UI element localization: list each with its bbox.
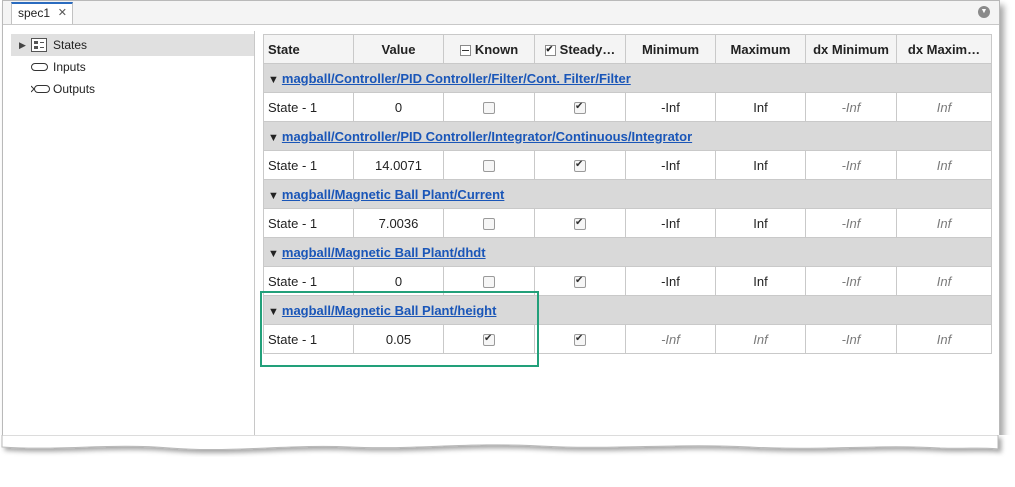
column-header-state[interactable]: State [263, 34, 354, 64]
known-checkbox[interactable] [483, 218, 495, 231]
maximum-cell[interactable]: Inf [715, 150, 806, 180]
steady-cell [534, 266, 626, 296]
steady-all-checkbox[interactable] [544, 44, 556, 56]
column-header-dx-minimum[interactable]: dx Minimum [805, 34, 897, 64]
minimum-cell[interactable]: -Inf [625, 150, 716, 180]
sidebar-item-outputs[interactable]: Outputs [11, 78, 254, 100]
minimum-cell[interactable]: -Inf [625, 266, 716, 296]
minimum-cell[interactable]: -Inf [625, 208, 716, 238]
maximum-cell[interactable]: Inf [715, 208, 806, 238]
known-cell [443, 150, 535, 180]
dx-minimum-cell[interactable]: -Inf [805, 150, 897, 180]
steady-cell [534, 324, 626, 354]
tab-title: spec1 [18, 6, 51, 20]
sidebar-item-label: Outputs [53, 82, 96, 96]
known-checkbox[interactable] [483, 276, 495, 289]
dx-maximum-cell[interactable]: Inf [896, 92, 992, 122]
column-header-known[interactable]: Known [443, 34, 535, 64]
dx-minimum-cell[interactable]: -Inf [805, 324, 897, 354]
value-cell[interactable]: 0 [353, 92, 444, 122]
dx-maximum-cell[interactable]: Inf [896, 324, 992, 354]
sidebar: ▶ States Inputs Outputs [11, 31, 255, 461]
group-row: ▼ magball/Controller/PID Controller/Integ… [263, 121, 992, 151]
group-row: ▼ magball/Magnetic Ball Plant/dhdt [263, 237, 992, 267]
collapse-arrow-icon[interactable]: ▼ [268, 132, 279, 144]
steady-cell [534, 150, 626, 180]
steady-checkbox[interactable] [574, 276, 586, 289]
sidebar-item-label: Inputs [53, 60, 86, 74]
block-path-link[interactable]: magball/Magnetic Ball Plant/dhdt [282, 245, 486, 260]
column-header-label: Known [474, 41, 519, 57]
sidebar-item-inputs[interactable]: Inputs [11, 56, 254, 78]
minimum-cell[interactable]: -Inf [625, 92, 716, 122]
highlight-box [260, 291, 539, 367]
group-cell: ▼ magball/Controller/PID Controller/Integ… [263, 121, 992, 151]
torn-edge [0, 435, 1015, 487]
value-cell[interactable]: 14.0071 [353, 150, 444, 180]
table-header-row: State Value Known Steady… Minimum Maximu… [263, 34, 992, 64]
sidebar-item-states[interactable]: ▶ States [11, 34, 254, 56]
tab-bar: spec1 ✕ ▼ [3, 1, 999, 25]
steady-cell [534, 92, 626, 122]
steady-checkbox[interactable] [574, 334, 586, 347]
table-row: State - 1 14.0071 -Inf Inf -Inf Inf [263, 150, 992, 180]
dx-maximum-cell[interactable]: Inf [896, 208, 992, 238]
table-row: State - 1 7.0036 -Inf Inf -Inf Inf [263, 208, 992, 238]
chevron-down-icon[interactable]: ▼ [978, 6, 990, 18]
known-checkbox[interactable] [483, 102, 495, 115]
group-cell: ▼ magball/Magnetic Ball Plant/Current [263, 179, 992, 209]
steady-checkbox[interactable] [574, 218, 586, 231]
inport-icon [31, 63, 48, 71]
state-cell: State - 1 [263, 150, 354, 180]
known-cell [443, 92, 535, 122]
known-all-checkbox[interactable] [459, 44, 471, 56]
block-path-link[interactable]: magball/Controller/PID Controller/Filter… [282, 71, 631, 86]
collapse-arrow-icon[interactable]: ▼ [268, 190, 279, 202]
collapse-arrow-icon[interactable]: ▼ [268, 248, 279, 260]
steady-checkbox[interactable] [574, 160, 586, 173]
column-header-steady[interactable]: Steady… [534, 34, 626, 64]
dx-minimum-cell[interactable]: -Inf [805, 92, 897, 122]
table-row: State - 1 0 -Inf Inf -Inf Inf [263, 92, 992, 122]
dx-minimum-cell[interactable]: -Inf [805, 208, 897, 238]
close-icon[interactable]: ✕ [58, 4, 67, 22]
steady-checkbox[interactable] [574, 102, 586, 115]
dx-maximum-cell[interactable]: Inf [896, 150, 992, 180]
column-header-value[interactable]: Value [353, 34, 444, 64]
block-path-link[interactable]: magball/Magnetic Ball Plant/Current [282, 187, 505, 202]
state-cell: State - 1 [263, 92, 354, 122]
column-header-label: Steady… [559, 41, 616, 57]
outport-icon [31, 85, 50, 93]
maximum-cell[interactable]: Inf [715, 266, 806, 296]
collapse-arrow-icon[interactable]: ▼ [268, 74, 279, 86]
group-cell: ▼ magball/Controller/PID Controller/Filte… [263, 63, 992, 93]
known-cell [443, 208, 535, 238]
column-header-minimum[interactable]: Minimum [625, 34, 716, 64]
expand-caret-icon[interactable]: ▶ [19, 34, 26, 56]
group-cell: ▼ magball/Magnetic Ball Plant/dhdt [263, 237, 992, 267]
value-cell[interactable]: 7.0036 [353, 208, 444, 238]
sidebar-item-label: States [53, 38, 88, 52]
minimum-cell[interactable]: -Inf [625, 324, 716, 354]
tab-spec1[interactable]: spec1 ✕ [11, 2, 73, 24]
column-header-maximum[interactable]: Maximum [715, 34, 806, 64]
steady-cell [534, 208, 626, 238]
maximum-cell[interactable]: Inf [715, 324, 806, 354]
known-checkbox[interactable] [483, 160, 495, 173]
state-cell: State - 1 [263, 208, 354, 238]
group-row: ▼ magball/Magnetic Ball Plant/Current [263, 179, 992, 209]
dx-maximum-cell[interactable]: Inf [896, 266, 992, 296]
group-row: ▼ magball/Controller/PID Controller/Filte… [263, 63, 992, 93]
block-path-link[interactable]: magball/Controller/PID Controller/Integr… [282, 129, 692, 144]
maximum-cell[interactable]: Inf [715, 92, 806, 122]
dx-minimum-cell[interactable]: -Inf [805, 266, 897, 296]
column-header-dx-maximum[interactable]: dx Maxim… [896, 34, 992, 64]
states-icon [31, 38, 47, 52]
